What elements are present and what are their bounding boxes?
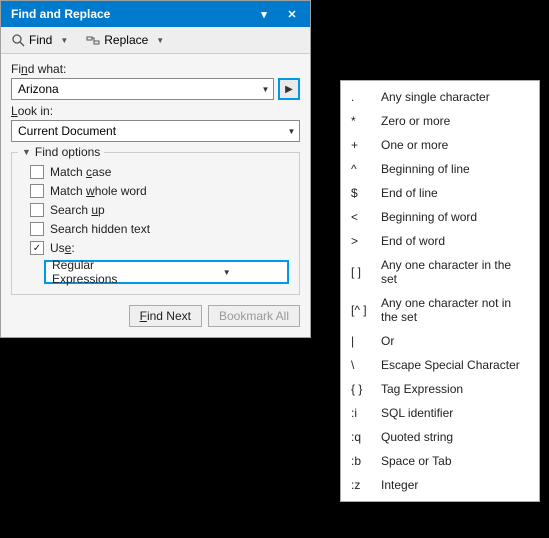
regex-menu-item[interactable]: [ ] Any one character in the set — [341, 253, 539, 291]
regex-symbol: [^ ] — [351, 303, 371, 317]
chevron-down-icon[interactable]: ▼ — [257, 85, 273, 94]
regex-description: Quoted string — [381, 430, 529, 444]
regex-description: Zero or more — [381, 114, 529, 128]
regex-description: Beginning of word — [381, 210, 529, 224]
regex-menu-item[interactable]: < Beginning of word — [341, 205, 539, 229]
checkbox-icon — [30, 203, 44, 217]
regex-menu-item[interactable]: :z Integer — [341, 473, 539, 497]
regex-description: Escape Special Character — [381, 358, 529, 372]
regex-description: Beginning of line — [381, 162, 529, 176]
match-whole-word-checkbox[interactable]: Match whole word — [30, 184, 289, 198]
regex-symbol: > — [351, 234, 371, 248]
regex-menu-item[interactable]: | Or — [341, 329, 539, 353]
find-options-label: Find options — [35, 145, 100, 159]
bookmark-all-button[interactable]: Bookmark All — [208, 305, 300, 327]
regex-description: Any one character not in the set — [381, 296, 529, 324]
search-up-checkbox[interactable]: Search up — [30, 203, 289, 217]
use-combo[interactable]: Regular Expressions ▼ — [44, 260, 289, 284]
replace-tab[interactable]: Replace ▼ — [82, 31, 168, 49]
regex-symbol: :q — [351, 430, 371, 444]
chevron-down-icon: ▼ — [60, 36, 68, 45]
replace-tab-label: Replace — [104, 33, 148, 47]
close-icon[interactable]: ✕ — [278, 4, 306, 24]
find-icon — [11, 33, 25, 47]
chevron-down-icon: ▼ — [22, 147, 31, 157]
expression-builder-button[interactable]: ▶ — [278, 78, 300, 100]
find-tab[interactable]: Find ▼ — [7, 31, 72, 49]
search-hidden-checkbox[interactable]: Search hidden text — [30, 222, 289, 236]
search-up-label: Search up — [50, 203, 105, 217]
chevron-down-icon[interactable]: ▼ — [283, 127, 299, 136]
use-value: Regular Expressions — [46, 258, 167, 286]
regex-menu-item[interactable]: [^ ] Any one character not in the set — [341, 291, 539, 329]
window-dropdown-icon[interactable]: ▾ — [250, 4, 278, 24]
regex-menu-item[interactable]: { } Tag Expression — [341, 377, 539, 401]
find-what-combo[interactable]: ▼ — [11, 78, 274, 100]
regex-symbol: $ — [351, 186, 371, 200]
search-hidden-label: Search hidden text — [50, 222, 150, 236]
regex-symbol: ^ — [351, 162, 371, 176]
regex-description: Or — [381, 334, 529, 348]
regex-symbol: :z — [351, 478, 371, 492]
regex-symbol: :i — [351, 406, 371, 420]
checkbox-icon — [30, 184, 44, 198]
regex-symbol: [ ] — [351, 265, 371, 279]
regex-symbol: . — [351, 90, 371, 104]
regex-menu-item[interactable]: :q Quoted string — [341, 425, 539, 449]
regex-description: End of line — [381, 186, 529, 200]
titlebar: Find and Replace ▾ ✕ — [1, 1, 310, 27]
find-tab-label: Find — [29, 33, 52, 47]
use-checkbox[interactable]: ✓ Use: — [30, 241, 289, 255]
find-what-label: Find what: — [11, 62, 300, 76]
match-whole-word-label: Match whole word — [50, 184, 147, 198]
regex-symbol: | — [351, 334, 371, 348]
regex-menu-item[interactable]: . Any single character — [341, 85, 539, 109]
regex-description: Space or Tab — [381, 454, 529, 468]
regex-description: One or more — [381, 138, 529, 152]
toolbar: Find ▼ Replace ▼ — [1, 27, 310, 54]
look-in-input[interactable] — [12, 121, 283, 141]
find-what-input[interactable] — [12, 79, 257, 99]
find-options-group: ▼ Find options Match case Match whole wo… — [11, 152, 300, 295]
checkbox-icon — [30, 222, 44, 236]
match-case-label: Match case — [50, 165, 111, 179]
regex-menu-item[interactable]: :b Space or Tab — [341, 449, 539, 473]
regex-description: End of word — [381, 234, 529, 248]
button-bar: Find Next Bookmark All — [11, 305, 300, 327]
replace-icon — [86, 33, 100, 47]
regex-symbol: :b — [351, 454, 371, 468]
play-icon: ▶ — [285, 84, 293, 95]
regex-menu-item[interactable]: $ End of line — [341, 181, 539, 205]
find-options-header[interactable]: ▼ Find options — [18, 145, 104, 159]
regex-description: Any single character — [381, 90, 529, 104]
regex-description: Integer — [381, 478, 529, 492]
regex-menu-item[interactable]: :i SQL identifier — [341, 401, 539, 425]
match-case-checkbox[interactable]: Match case — [30, 165, 289, 179]
regex-symbol: \ — [351, 358, 371, 372]
chevron-down-icon: ▼ — [156, 36, 164, 45]
chevron-down-icon[interactable]: ▼ — [167, 268, 288, 277]
regex-menu-item[interactable]: ^ Beginning of line — [341, 157, 539, 181]
regex-menu-item[interactable]: > End of word — [341, 229, 539, 253]
look-in-label: Look in: — [11, 104, 300, 118]
regex-symbol: + — [351, 138, 371, 152]
regex-description: Tag Expression — [381, 382, 529, 396]
find-replace-dialog: Find and Replace ▾ ✕ Find ▼ Replace ▼ Fi… — [0, 0, 311, 338]
regex-description: SQL identifier — [381, 406, 529, 420]
look-in-combo[interactable]: ▼ — [11, 120, 300, 142]
regex-menu-item[interactable]: * Zero or more — [341, 109, 539, 133]
regex-symbol: < — [351, 210, 371, 224]
checkbox-checked-icon: ✓ — [30, 241, 44, 255]
dialog-body: Find what: ▼ ▶ Look in: ▼ ▼ Find options… — [1, 54, 310, 337]
use-label: Use: — [50, 241, 75, 255]
checkbox-icon — [30, 165, 44, 179]
regex-symbol: * — [351, 114, 371, 128]
find-next-button[interactable]: Find Next — [129, 305, 202, 327]
regex-symbol: { } — [351, 382, 371, 396]
regex-menu: . Any single character * Zero or more + One o… — [340, 80, 540, 502]
window-title: Find and Replace — [5, 7, 250, 21]
regex-menu-item[interactable]: \ Escape Special Character — [341, 353, 539, 377]
regex-menu-item[interactable]: + One or more — [341, 133, 539, 157]
regex-description: Any one character in the set — [381, 258, 529, 286]
